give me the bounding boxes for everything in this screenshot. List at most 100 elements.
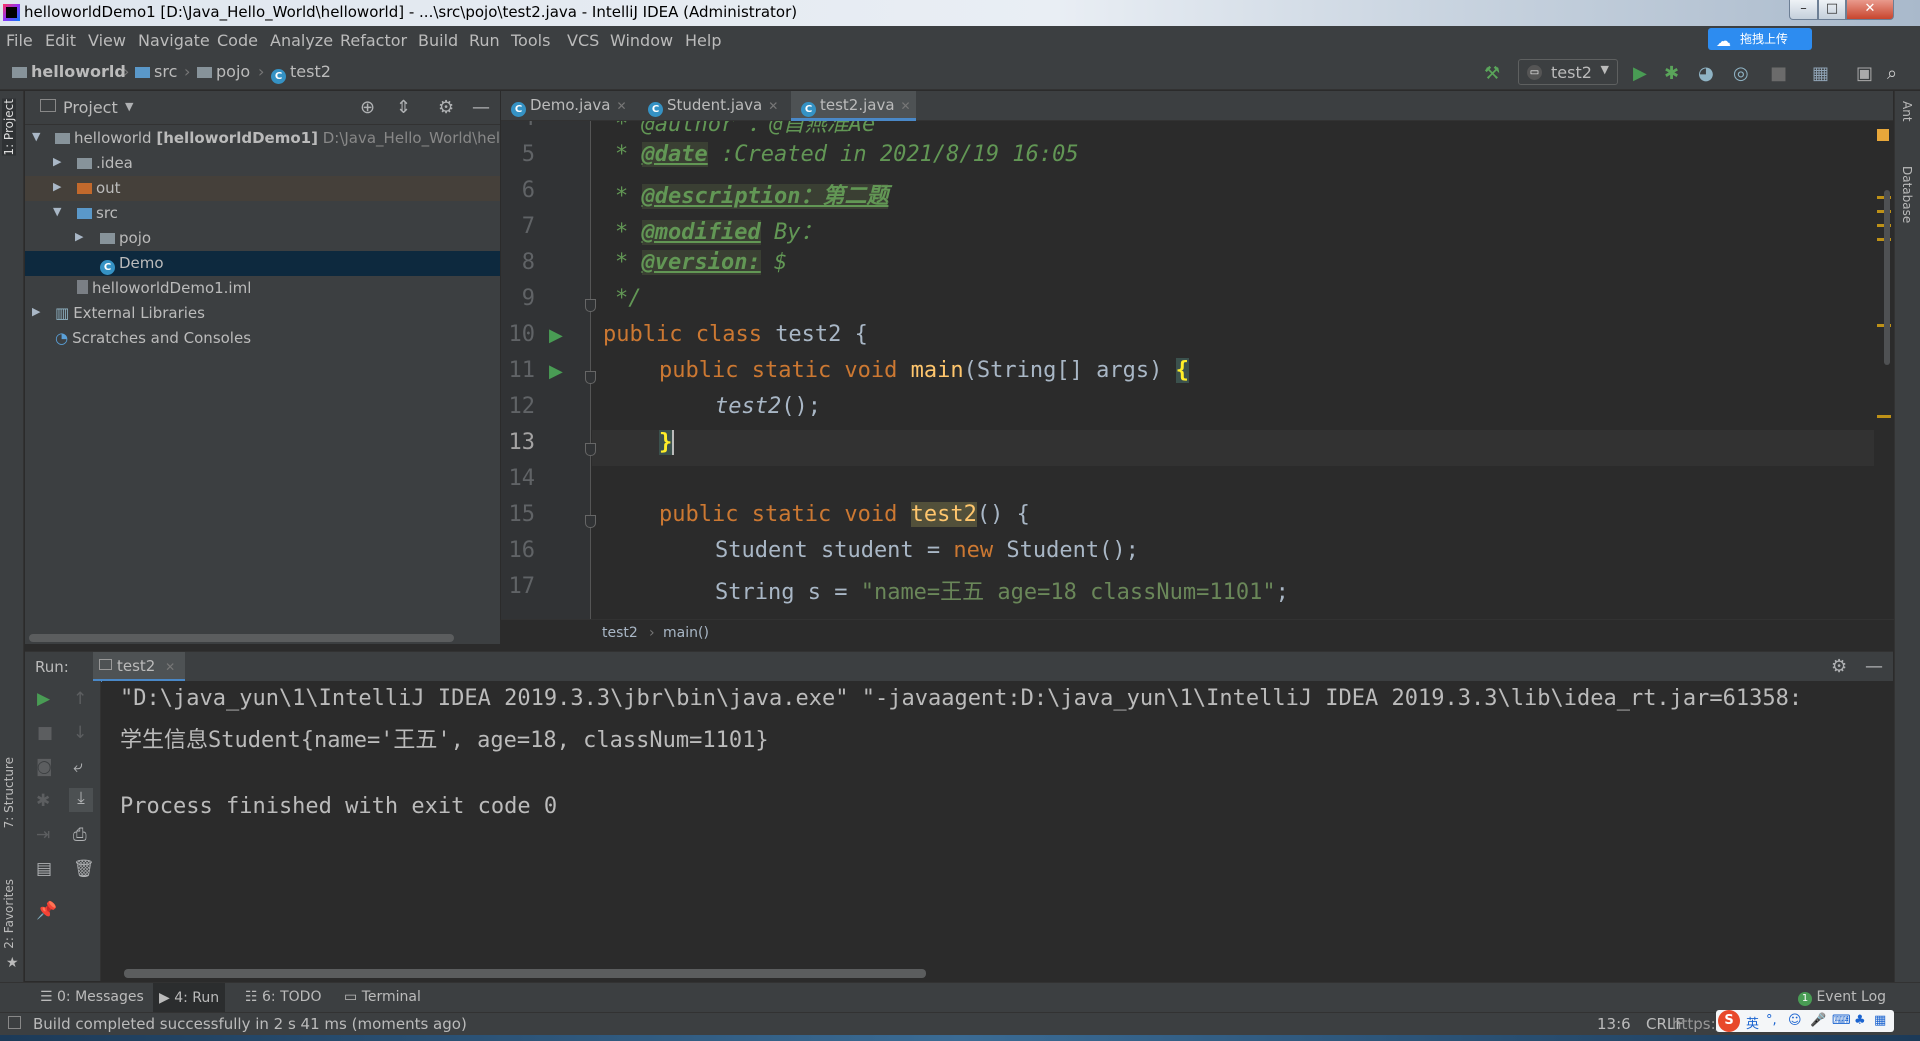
menu-refactor[interactable]: Refactor: [340, 31, 407, 50]
up-arrow-icon[interactable]: ↑: [73, 689, 87, 709]
close-tab-icon[interactable]: ✕: [768, 99, 778, 113]
close-tab-icon[interactable]: ✕: [165, 660, 175, 674]
collapsed-arrow-icon[interactable]: ▶: [53, 180, 61, 193]
project-view-select[interactable]: Project: [63, 98, 118, 117]
gear-icon[interactable]: ⚙: [1831, 656, 1847, 677]
tree-item-scratches[interactable]: ◔ Scratches and Consoles: [25, 326, 500, 351]
breadcrumb-class[interactable]: test2: [602, 625, 638, 641]
tree-item-pojo[interactable]: ▶ pojo: [25, 226, 500, 251]
coverage-icon[interactable]: ◕: [1698, 63, 1714, 84]
maximize-button[interactable]: □: [1818, 0, 1846, 20]
print-icon[interactable]: ⎙: [73, 825, 87, 845]
tab-demo-java[interactable]: C Demo.java ✕: [511, 91, 634, 121]
tool-tab-database[interactable]: Database: [1900, 166, 1914, 223]
fold-marker-icon[interactable]: [585, 371, 596, 384]
tool-tab-todo[interactable]: ☷ 6: TODO: [245, 989, 321, 1005]
tree-item-idea[interactable]: ▶ .idea: [25, 151, 500, 176]
presentation-icon[interactable]: ▣: [1856, 63, 1873, 84]
pin-icon[interactable]: 📌: [36, 901, 57, 921]
punctuation-icon[interactable]: °,: [1766, 1013, 1777, 1028]
tool-tab-favorites[interactable]: 2: Favorites: [2, 879, 16, 949]
layout-icon[interactable]: ▤: [36, 859, 52, 879]
toggle-tool-windows-icon[interactable]: [8, 1016, 21, 1029]
grid-icon[interactable]: ▦: [1874, 1013, 1886, 1028]
run-main-gutter-icon[interactable]: ▶: [549, 361, 563, 382]
run-configuration-select[interactable]: ▭ test2 ▼: [1518, 59, 1618, 85]
menu-code[interactable]: Code: [217, 31, 258, 50]
close-tab-icon[interactable]: ✕: [901, 99, 911, 113]
skin-icon[interactable]: ♣: [1854, 1013, 1866, 1028]
tab-student-java[interactable]: C Student.java ✕: [648, 91, 778, 121]
camera-icon[interactable]: ◙: [36, 757, 53, 777]
tree-item-out[interactable]: ▶ out: [25, 176, 500, 201]
console-horizontal-scrollbar[interactable]: [124, 969, 926, 978]
stripe-mark[interactable]: [1877, 415, 1891, 418]
tool-tab-structure[interactable]: 7: Structure: [2, 757, 16, 828]
breadcrumb-src[interactable]: src: [135, 62, 177, 81]
tool-tab-ant[interactable]: Ant: [1900, 101, 1914, 122]
settings-cog-icon[interactable]: ✱: [36, 791, 50, 811]
collapse-all-icon[interactable]: ⇕: [396, 97, 411, 118]
tree-item-helloworld[interactable]: ▼ helloworld [helloworldDemo1] D:\Java_H…: [25, 126, 513, 151]
code-editor[interactable]: 4 5 6 7 8 9 10 11 12 13 14 15 16 17 ▶ ▶ …: [501, 121, 1893, 619]
menu-navigate[interactable]: Navigate: [138, 31, 210, 50]
warning-indicator-icon[interactable]: [1877, 129, 1889, 141]
run-tab-test2[interactable]: test2 ✕: [93, 652, 186, 682]
soft-wrap-icon[interactable]: ⤶: [73, 757, 83, 777]
menu-view[interactable]: View: [88, 31, 126, 50]
menu-vcs[interactable]: VCS: [567, 31, 599, 50]
menu-file[interactable]: File: [6, 31, 33, 50]
tool-tab-event-log[interactable]: 1 Event Log: [1798, 989, 1886, 1006]
tool-tab-project[interactable]: 1: Project: [2, 99, 16, 156]
menu-window[interactable]: Window: [610, 31, 673, 50]
microphone-icon[interactable]: 🎤: [1810, 1013, 1826, 1028]
menu-run[interactable]: Run: [469, 31, 500, 50]
search-icon[interactable]: ⌕: [1887, 63, 1897, 84]
tree-item-demo[interactable]: C Demo: [25, 251, 500, 276]
tool-tab-run[interactable]: ▶ 4: Run: [153, 983, 226, 1013]
fold-marker-icon[interactable]: [585, 299, 596, 312]
stop-icon[interactable]: ■: [37, 723, 53, 743]
locate-file-icon[interactable]: ⊕: [360, 97, 375, 118]
breadcrumb-method[interactable]: main(): [663, 625, 709, 641]
chevron-down-icon[interactable]: ▼: [125, 100, 133, 113]
project-structure-icon[interactable]: ▦: [1812, 63, 1829, 84]
project-horizontal-scrollbar[interactable]: [29, 634, 454, 642]
scroll-to-end-icon[interactable]: ⤓: [69, 788, 93, 812]
profile-icon[interactable]: ◎: [1733, 63, 1749, 84]
tree-item-src[interactable]: ▼ src: [25, 201, 500, 226]
ime-language[interactable]: 英: [1746, 1013, 1759, 1032]
hide-panel-icon[interactable]: —: [472, 97, 490, 118]
menu-build[interactable]: Build: [418, 31, 458, 50]
keyboard-icon[interactable]: ⌨: [1832, 1013, 1851, 1028]
expanded-arrow-icon[interactable]: ▼: [53, 205, 61, 218]
menu-help[interactable]: Help: [685, 31, 721, 50]
tool-tab-terminal[interactable]: ▭ Terminal: [344, 989, 421, 1005]
build-hammer-icon[interactable]: ⚒: [1484, 63, 1500, 84]
gear-icon[interactable]: ⚙: [438, 97, 454, 118]
status-message[interactable]: Build completed successfully in 2 s 41 m…: [33, 1015, 467, 1033]
close-button[interactable]: ✕: [1846, 0, 1894, 20]
console-output[interactable]: "D:\java_yun\1\IntelliJ IDEA 2019.3.3\jb…: [102, 681, 1893, 981]
caret-position[interactable]: 13:6: [1597, 1015, 1631, 1033]
down-arrow-icon[interactable]: ↓: [73, 723, 87, 743]
collapsed-arrow-icon[interactable]: ▶: [75, 230, 83, 243]
menu-tools[interactable]: Tools: [511, 31, 550, 50]
run-icon[interactable]: ▶: [1633, 63, 1647, 84]
debug-bug-icon[interactable]: ✱: [1664, 63, 1679, 84]
breadcrumb-project[interactable]: helloworld: [12, 62, 126, 81]
collapsed-arrow-icon[interactable]: ▶: [32, 305, 40, 318]
breadcrumb-pojo[interactable]: pojo: [197, 62, 250, 81]
run-class-gutter-icon[interactable]: ▶: [549, 325, 563, 346]
fold-marker-icon[interactable]: [585, 443, 596, 456]
fold-marker-icon[interactable]: [585, 515, 596, 528]
stop-icon[interactable]: ■: [1770, 63, 1787, 84]
upload-badge[interactable]: ☁ 拖拽上传: [1708, 28, 1812, 50]
tool-tab-messages[interactable]: ☰ 0: Messages: [40, 989, 144, 1005]
trash-icon[interactable]: 🗑: [73, 859, 95, 879]
editor-vertical-scrollbar[interactable]: [1884, 190, 1890, 365]
tree-item-external-libraries[interactable]: ▶ ▥ External Libraries: [25, 301, 500, 326]
rerun-icon[interactable]: ▶: [37, 689, 50, 709]
menu-analyze[interactable]: Analyze: [270, 31, 333, 50]
hide-panel-icon[interactable]: —: [1865, 656, 1883, 677]
